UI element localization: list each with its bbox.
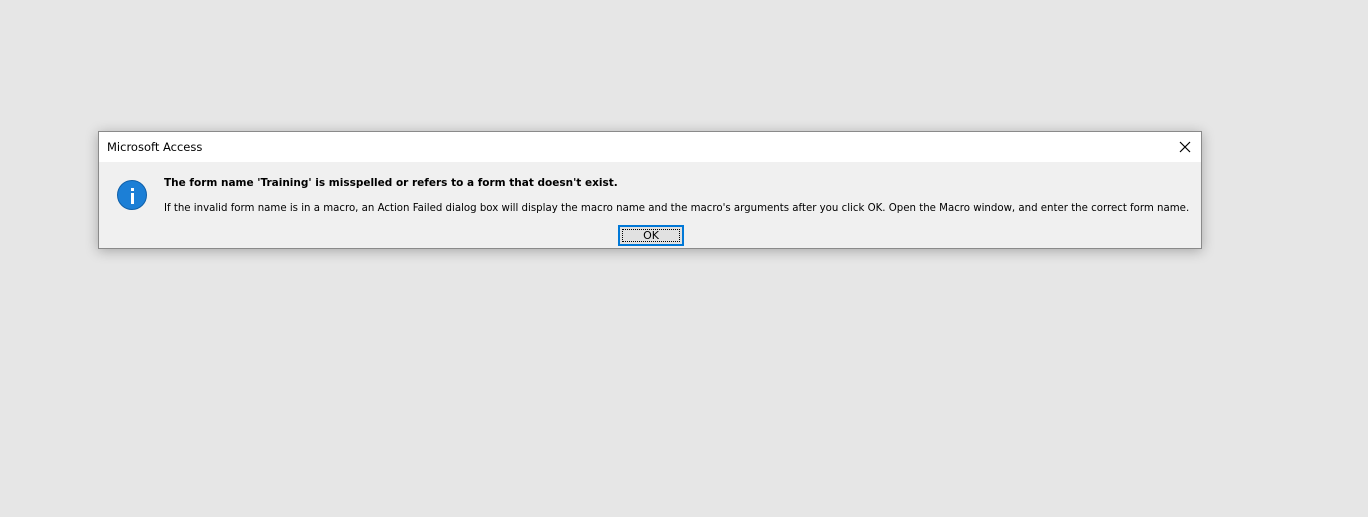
ok-button[interactable]: OK <box>618 225 684 246</box>
dialog-title: Microsoft Access <box>107 140 203 154</box>
desktop-background: Microsoft Access The form name 'Training… <box>0 0 1368 517</box>
dialog-titlebar[interactable]: Microsoft Access <box>99 132 1201 162</box>
close-icon <box>1179 141 1191 153</box>
message-dialog: Microsoft Access The form name 'Training… <box>98 131 1202 249</box>
message-detail: If the invalid form name is in a macro, … <box>164 203 1190 214</box>
ok-button-label: OK <box>643 229 659 242</box>
message-headline: The form name 'Training' is misspelled o… <box>164 177 618 189</box>
close-button[interactable] <box>1169 132 1201 162</box>
info-icon <box>117 180 147 210</box>
